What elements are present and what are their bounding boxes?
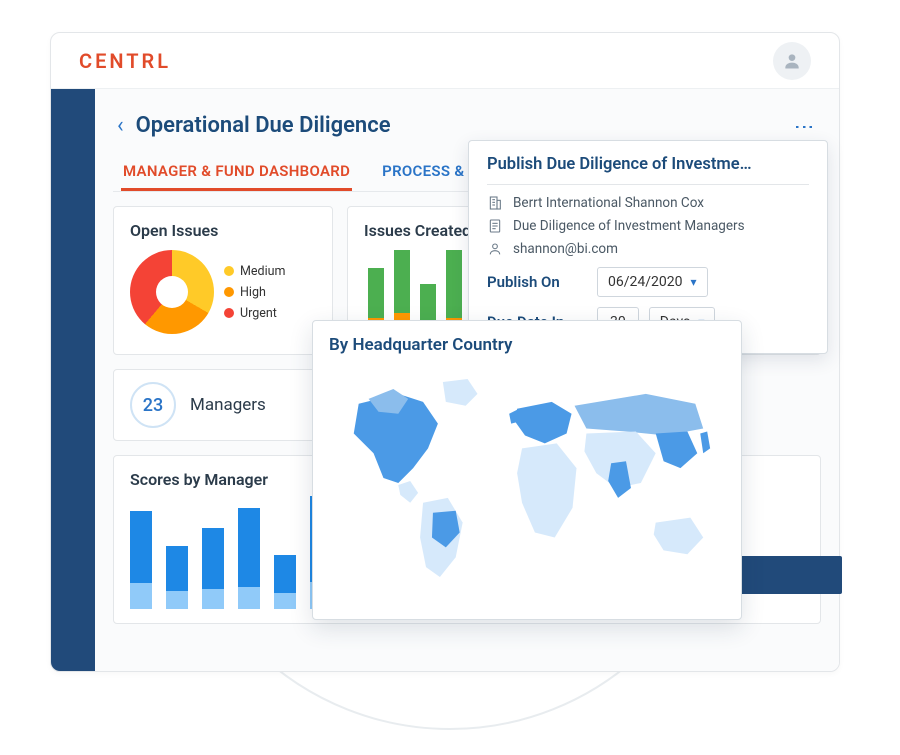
user-icon xyxy=(487,241,503,257)
document-icon xyxy=(487,218,503,234)
meta-subject: Due Diligence of Investment Managers xyxy=(487,218,809,234)
open-issues-legend: Medium High Urgent xyxy=(224,264,285,321)
chevron-down-icon: ▾ xyxy=(691,275,697,289)
more-icon[interactable]: ⋮ xyxy=(793,117,817,135)
open-issues-donut xyxy=(130,250,214,334)
dot-icon xyxy=(224,266,234,276)
publish-on-label: Publish On xyxy=(487,273,587,291)
managers-label: Managers xyxy=(190,395,266,415)
legend-item-urgent: Urgent xyxy=(224,306,285,321)
building-icon xyxy=(487,195,503,211)
open-issues-title: Open Issues xyxy=(130,221,316,240)
publish-on-select[interactable]: 06/24/2020 ▾ xyxy=(597,267,708,297)
world-map[interactable] xyxy=(329,363,725,603)
footer-action-bar[interactable] xyxy=(730,556,842,594)
managers-count: 23 xyxy=(130,382,176,428)
publish-on-row: Publish On 06/24/2020 ▾ xyxy=(487,267,809,297)
dot-icon xyxy=(224,287,234,297)
user-avatar[interactable] xyxy=(773,42,811,80)
brand-logo: CENTRL xyxy=(79,49,171,73)
user-icon xyxy=(782,51,802,71)
meta-email: shannon@bi.com xyxy=(487,241,809,257)
back-icon[interactable]: ‹ xyxy=(117,113,124,138)
managers-card: 23 Managers xyxy=(113,369,333,441)
map-panel: By Headquarter Country xyxy=(312,320,742,620)
map-panel-title: By Headquarter Country xyxy=(329,335,725,355)
page-title: Operational Due Diligence xyxy=(136,113,391,138)
open-issues-card: Open Issues Medium High Urgent xyxy=(113,206,333,355)
publish-popup-title: Publish Due Diligence of Investme… xyxy=(487,155,809,185)
legend-item-medium: Medium xyxy=(224,264,285,279)
sidebar xyxy=(51,89,95,671)
tab-manager-fund[interactable]: MANAGER & FUND DASHBOARD xyxy=(121,152,352,191)
legend-item-high: High xyxy=(224,285,285,300)
dot-icon xyxy=(224,308,234,318)
topbar: CENTRL xyxy=(51,33,839,89)
meta-org: Berrt International Shannon Cox xyxy=(487,195,809,211)
